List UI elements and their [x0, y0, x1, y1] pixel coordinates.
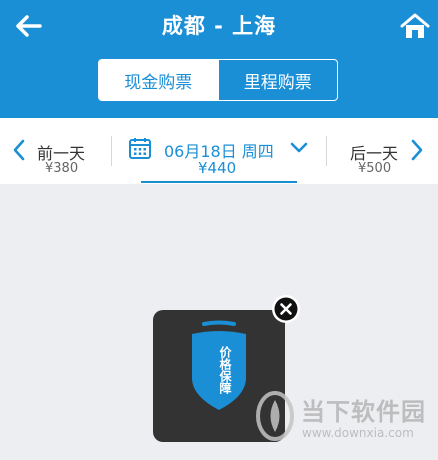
close-button[interactable]	[272, 295, 300, 323]
tab-cash-purchase[interactable]: 现金购票	[99, 60, 218, 100]
route-title: 成都 - 上海	[161, 14, 277, 38]
app-header: 成都 - 上海 现金购票 里程购票	[0, 0, 438, 118]
watermark-url: www.downxia.com	[302, 426, 414, 440]
chevron-right-icon	[411, 139, 423, 161]
close-icon	[274, 297, 298, 321]
home-button[interactable]	[400, 12, 430, 40]
next-day-price: ¥500	[358, 161, 392, 176]
purchase-type-toggle: 现金购票 里程购票	[98, 59, 338, 101]
divider-left	[111, 136, 112, 166]
date-selector-bar: 前一天 ¥380 06月18日 周四 ¥440 后一天 ¥500	[0, 118, 438, 184]
prev-day-price: ¥380	[45, 161, 79, 176]
tab-mileage-purchase[interactable]: 里程购票	[217, 60, 338, 100]
divider-right	[326, 136, 327, 166]
selected-date-indicator	[141, 181, 297, 183]
badge-text: 价格保障	[218, 346, 232, 394]
watermark-logo-icon	[256, 391, 294, 441]
home-icon	[400, 13, 430, 38]
prev-day-button[interactable]: 前一天 ¥380	[0, 118, 108, 184]
watermark-name: 当下软件园	[301, 398, 426, 426]
current-date-price: ¥440	[198, 159, 237, 177]
chevron-left-icon	[13, 139, 25, 161]
current-date-selector[interactable]: 06月18日 周四 ¥440	[122, 118, 312, 184]
chevron-down-icon	[290, 142, 308, 153]
calendar-icon	[129, 138, 151, 159]
watermark: 当下软件园 www.downxia.com	[255, 388, 435, 450]
next-day-button[interactable]: 后一天 ¥500	[330, 118, 438, 184]
